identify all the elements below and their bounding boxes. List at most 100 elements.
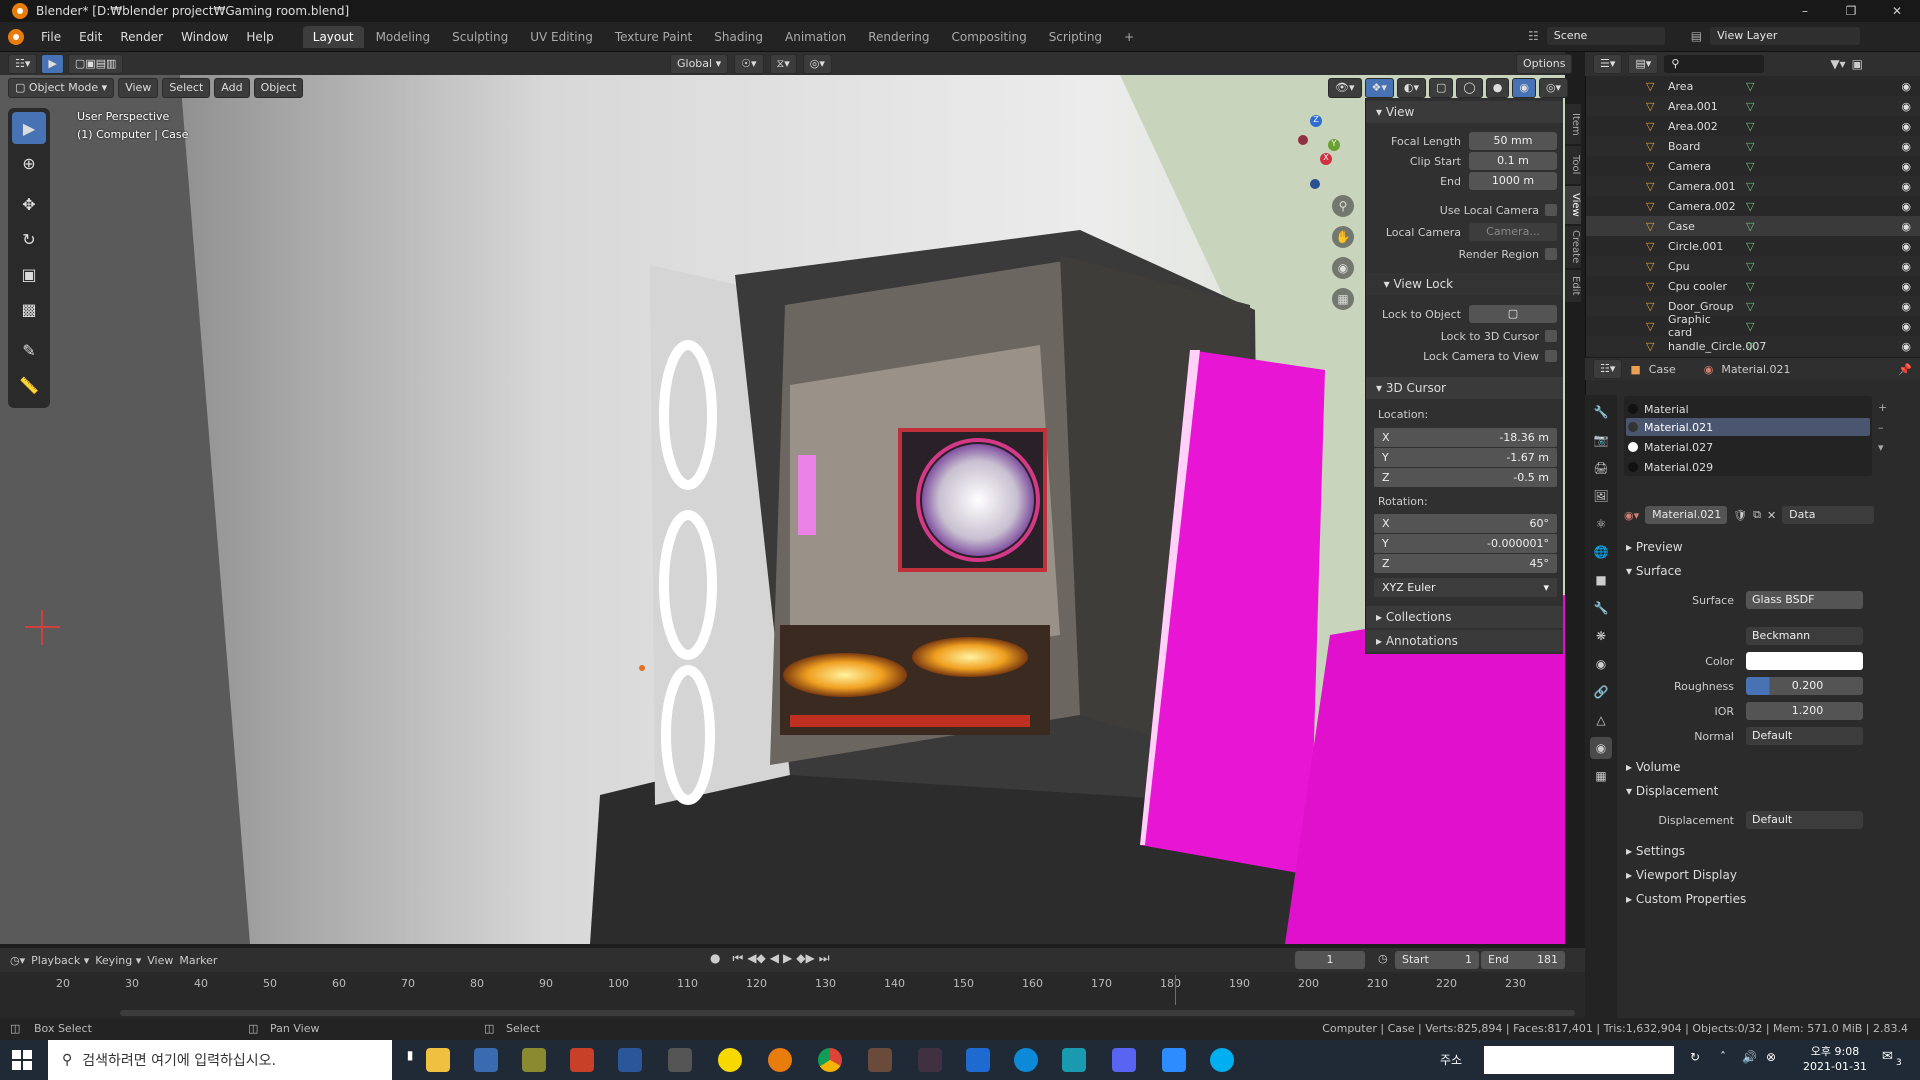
jump-start-icon[interactable]: ⏮ <box>732 951 743 966</box>
tab-create[interactable]: Create <box>1565 226 1581 268</box>
focal-length-field[interactable]: 50 mm <box>1469 132 1557 150</box>
network-icon[interactable]: ⊗ <box>1766 1050 1776 1064</box>
data-link-icon[interactable]: ▽ <box>1746 320 1754 333</box>
current-frame-field[interactable]: 1 <box>1295 951 1365 969</box>
visibility-icon[interactable]: 👁▾ <box>1328 78 1362 98</box>
tab-item[interactable]: Item <box>1565 104 1581 144</box>
displacement-section[interactable]: ▾ Displacement <box>1626 784 1718 798</box>
visibility-eye-icon[interactable]: ◉ <box>1901 120 1911 133</box>
play-icon[interactable]: ▶ <box>783 951 792 966</box>
frame-ruler[interactable]: 20 30 40 50 60 70 80 90 100 110 120 130 140 150 160 170… <box>0 975 1585 1005</box>
constraints-tab-icon[interactable]: 🔗 <box>1590 681 1612 703</box>
timeline-editor-icon[interactable]: ◷▾ <box>10 954 25 967</box>
color-swatch[interactable] <box>1746 652 1863 670</box>
gizmo-neg-z-icon[interactable] <box>1310 179 1320 189</box>
playhead-marker[interactable] <box>1175 975 1176 1005</box>
material-shading-icon[interactable]: ◉ <box>1512 78 1536 98</box>
tab-compositing[interactable]: Compositing <box>941 26 1036 48</box>
view-section-header[interactable]: ▾ View <box>1366 101 1563 123</box>
close-button[interactable]: ✕ <box>1874 0 1920 22</box>
outliner-row[interactable]: ▽ Case ▽ ◉ <box>1586 216 1920 236</box>
visibility-eye-icon[interactable]: ◉ <box>1901 300 1911 313</box>
gizmo-y-icon[interactable]: Y <box>1328 139 1340 151</box>
render-region-checkbox[interactable] <box>1545 248 1557 260</box>
render-shading-icon[interactable]: ◎▾ <box>1538 78 1569 98</box>
measure-tool-icon[interactable]: 📏 <box>12 369 46 401</box>
visibility-eye-icon[interactable]: ◉ <box>1901 340 1911 353</box>
gizmo-z-icon[interactable]: Z <box>1310 115 1322 127</box>
data-link-icon[interactable]: ▽ <box>1746 140 1754 153</box>
data-link-icon[interactable]: ▽ <box>1746 120 1754 133</box>
keying-menu[interactable]: Keying ▾ <box>95 954 141 967</box>
blender-menu-icon[interactable] <box>8 28 24 45</box>
data-link-icon[interactable]: ▽ <box>1746 280 1754 293</box>
tool-tab-icon[interactable]: 🔧 <box>1590 401 1612 423</box>
tab-scripting[interactable]: Scripting <box>1039 26 1112 48</box>
outliner-row[interactable]: ▽ Graphic card ▽ ◉ <box>1586 313 1920 339</box>
menu-render[interactable]: Render <box>111 22 172 52</box>
material-name-field[interactable]: Material.021 <box>1645 506 1728 524</box>
tab-edit[interactable]: Edit <box>1565 270 1581 302</box>
displacement-field[interactable]: Default <box>1746 811 1863 829</box>
end-frame-field[interactable]: End 181 <box>1481 951 1565 969</box>
tab-texture-paint[interactable]: Texture Paint <box>605 26 702 48</box>
data-link-icon[interactable]: ▽ <box>1746 180 1754 193</box>
timeline-scrollbar[interactable] <box>120 1010 1575 1016</box>
roughness-slider[interactable]: 0.200 <box>1746 677 1863 695</box>
options-button[interactable]: Options <box>1516 54 1573 74</box>
cursor-location-x[interactable]: X -18.36 m <box>1374 428 1557 447</box>
world-tab-icon[interactable]: 🌐 <box>1590 541 1612 563</box>
lock-to-3d-cursor-checkbox[interactable] <box>1545 330 1557 342</box>
lock-camera-to-view-checkbox[interactable] <box>1545 350 1557 362</box>
visibility-eye-icon[interactable]: ◉ <box>1901 140 1911 153</box>
new-collection-icon[interactable]: ▣ <box>1852 57 1863 71</box>
surface-shader-field[interactable]: Glass BSDF <box>1746 591 1863 609</box>
slot-item[interactable]: Material <box>1628 400 1689 418</box>
notification-icon[interactable]: ✉ <box>1882 1049 1893 1064</box>
tab-modeling[interactable]: Modeling <box>366 26 441 48</box>
scene-icon[interactable]: ☷ <box>1528 29 1539 43</box>
lock-to-object-field[interactable]: ▢ <box>1469 305 1557 323</box>
material-browse-icon[interactable]: ◉▾ <box>1624 509 1639 522</box>
object-mode-dropdown[interactable]: ▢ Object Mode ▾ <box>8 78 115 98</box>
address-input[interactable] <box>1484 1046 1674 1074</box>
view-layer-field[interactable]: View Layer <box>1710 27 1861 45</box>
output-tab-icon[interactable]: 🖨 <box>1590 457 1612 479</box>
move-tool-icon[interactable]: ✥ <box>12 188 46 220</box>
menu-edit[interactable]: Edit <box>70 22 111 52</box>
outliner-row[interactable]: ▽ Camera ▽ ◉ <box>1586 156 1920 176</box>
pin-icon[interactable]: 📌 <box>1898 363 1912 376</box>
add-menu[interactable]: Add <box>214 78 250 98</box>
tab-animation[interactable]: Animation <box>775 26 856 48</box>
overlay-toggle-icon[interactable]: ◐▾ <box>1396 78 1427 98</box>
data-link-icon[interactable]: ▽ <box>1746 300 1754 313</box>
outliner-row[interactable]: ▽ handle_Circle.007 ▽ ◉ <box>1586 336 1920 356</box>
visibility-eye-icon[interactable]: ◉ <box>1901 240 1911 253</box>
select-mode-icons[interactable]: ▢▣▤▥ <box>67 53 124 74</box>
view-menu[interactable]: View <box>118 78 159 98</box>
distribution-dropdown[interactable]: Beckmann <box>1746 627 1863 645</box>
windows-start-icon[interactable] <box>12 1050 32 1070</box>
rotation-mode-dropdown[interactable]: XYZ Euler ▾ <box>1374 578 1557 597</box>
visibility-eye-icon[interactable]: ◉ <box>1901 160 1911 173</box>
clock-date[interactable]: 2021-01-31 <box>1800 1060 1870 1073</box>
tab-shading[interactable]: Shading <box>704 26 773 48</box>
calculator-icon[interactable] <box>474 1048 498 1072</box>
prev-keyframe-icon[interactable]: ◀◆ <box>747 951 765 966</box>
fake-user-icon[interactable]: 🛡 <box>1733 509 1747 522</box>
powerpoint-icon[interactable] <box>570 1048 594 1072</box>
wireframe-shading-icon[interactable]: ◯ <box>1456 78 1483 98</box>
data-link-icon[interactable]: ▽ <box>1746 260 1754 273</box>
tab-sculpting[interactable]: Sculpting <box>442 26 518 48</box>
proportional-edit-icon[interactable]: ◎▾ <box>802 54 832 74</box>
select-tool-icon[interactable]: ▶ <box>12 112 46 144</box>
minimize-button[interactable]: – <box>1782 0 1828 22</box>
word-icon[interactable] <box>618 1048 642 1072</box>
surface-section[interactable]: ▾ Surface <box>1626 564 1682 578</box>
gizmo-x-icon[interactable]: X <box>1320 153 1332 165</box>
task-view-icon[interactable]: ▮ <box>398 1048 422 1072</box>
clock-icon[interactable]: ◷ <box>1378 952 1388 965</box>
data-link-icon[interactable]: ▽ <box>1746 100 1754 113</box>
duplicate-material-icon[interactable]: ⧉ <box>1753 508 1761 522</box>
scene-field[interactable]: Scene <box>1546 27 1665 45</box>
